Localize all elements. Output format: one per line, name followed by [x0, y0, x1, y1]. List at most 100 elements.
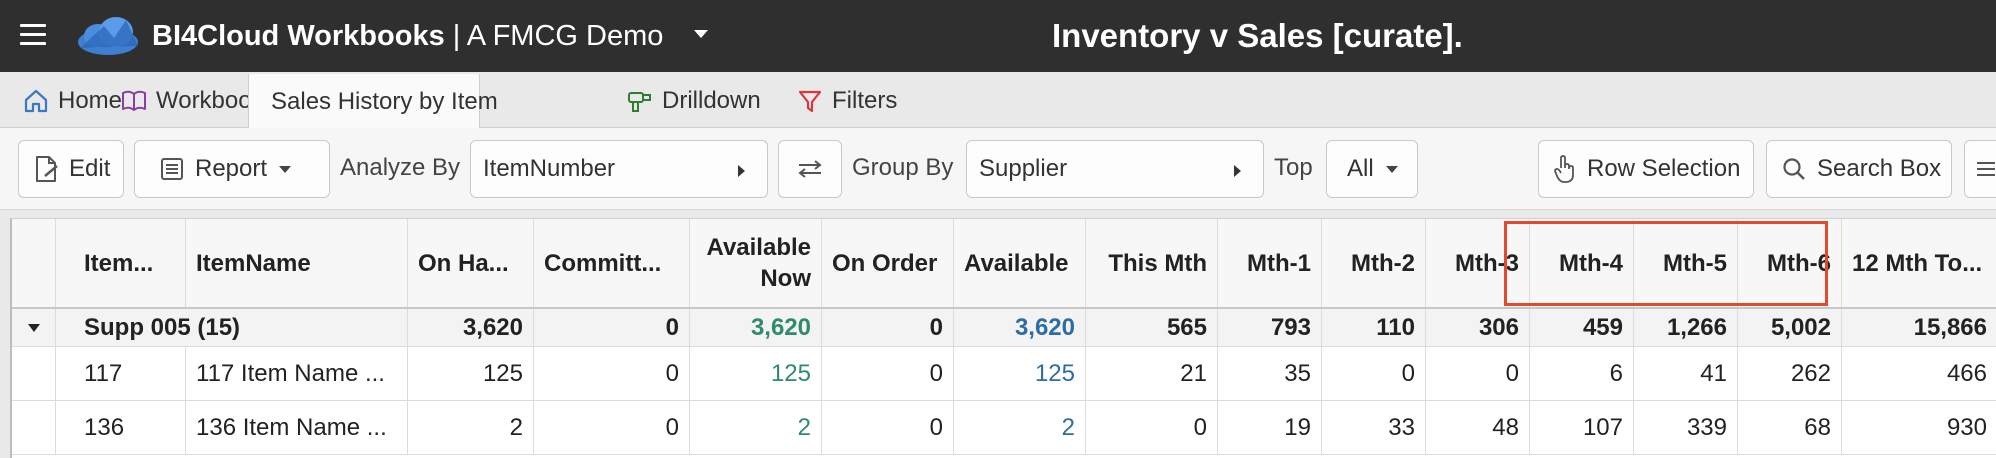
- data-grid: Item... ItemName On Ha... Committ... Ava…: [10, 218, 1996, 458]
- tab-filters[interactable]: Filters: [782, 74, 897, 128]
- header-this-mth[interactable]: This Mth: [1086, 219, 1218, 307]
- tab-drilldown-label: Drilldown: [662, 87, 761, 114]
- header-available[interactable]: Available: [954, 219, 1086, 307]
- brand-workspace: | A FMCG Demo: [452, 20, 664, 52]
- table-row[interactable]: 136 136 Item Name ... 2 0 2 0 2 0 19 33 …: [12, 401, 1996, 455]
- cell-mth-5: 339: [1634, 401, 1738, 454]
- header-mth-2[interactable]: Mth-2: [1322, 219, 1426, 307]
- header-item-number[interactable]: Item...: [56, 219, 186, 307]
- header-mth-4[interactable]: Mth-4: [1530, 219, 1634, 307]
- group-available-now: 3,620: [690, 309, 822, 346]
- tab-drilldown[interactable]: Drilldown: [612, 74, 761, 128]
- tab-filters-label: Filters: [832, 87, 898, 114]
- top-select[interactable]: All: [1326, 140, 1418, 198]
- report-dropdown[interactable]: Report: [134, 140, 330, 198]
- app-header: BI4Cloud Workbooks | A FMCG Demo Invento…: [0, 0, 1996, 72]
- cell-item-number: 136: [56, 401, 186, 454]
- cell-item-name: 117 Item Name ...: [186, 347, 408, 400]
- menu-icon[interactable]: [20, 24, 46, 46]
- header-item-name[interactable]: ItemName: [186, 219, 408, 307]
- group-mth-2: 110: [1322, 309, 1426, 346]
- report-label: Report: [195, 155, 268, 182]
- chevron-right-icon: [1234, 165, 1241, 177]
- header-expander: [12, 219, 56, 307]
- header-mth-1[interactable]: Mth-1: [1218, 219, 1322, 307]
- header-mth-5[interactable]: Mth-5: [1634, 219, 1738, 307]
- swap-button[interactable]: [778, 140, 842, 198]
- cell-available: 2: [954, 401, 1086, 454]
- chevron-right-icon: [738, 165, 745, 177]
- cell-committed: 0: [534, 347, 690, 400]
- tab-workbook[interactable]: Workbook: [106, 74, 264, 128]
- cell-this-mth: 0: [1086, 401, 1218, 454]
- cell-available-now: 125: [690, 347, 822, 400]
- cell-mth-2: 33: [1322, 401, 1426, 454]
- group-by-value: Supplier: [979, 155, 1068, 182]
- row-expander: [12, 401, 56, 454]
- edit-button-label: Edit: [69, 155, 111, 182]
- cell-item-number: 117: [56, 347, 186, 400]
- tab-sales-history-label: Sales History by Item: [271, 87, 498, 115]
- cell-mth-6: 68: [1738, 401, 1842, 454]
- cell-mth-2: 0: [1322, 347, 1426, 400]
- group-label: Supp 005 (15): [56, 309, 408, 346]
- table-row[interactable]: 117 117 Item Name ... 125 0 125 0 125 21…: [12, 347, 1996, 401]
- group-by-select[interactable]: Supplier: [966, 140, 1264, 198]
- pointer-hand-icon: [1554, 155, 1574, 183]
- row-selection-label: Row Selection: [1587, 155, 1741, 182]
- header-on-hand[interactable]: On Ha...: [408, 219, 534, 307]
- group-mth-5: 1,266: [1634, 309, 1738, 346]
- cell-on-order: 0: [822, 401, 954, 454]
- more-menu-button[interactable]: [1964, 140, 1996, 198]
- analyze-by-label: Analyze By: [340, 154, 461, 181]
- group-row[interactable]: Supp 005 (15) 3,620 0 3,620 0 3,620 565 …: [12, 309, 1996, 347]
- cell-mth-1: 35: [1218, 347, 1322, 400]
- workspace-dropdown-icon[interactable]: [694, 30, 708, 38]
- group-mth-6: 5,002: [1738, 309, 1842, 346]
- group-on-order: 0: [822, 309, 954, 346]
- cell-mth-4: 6: [1530, 347, 1634, 400]
- header-on-order[interactable]: On Order: [822, 219, 954, 307]
- cell-item-name: 136 Item Name ...: [186, 401, 408, 454]
- cell-available-now: 2: [690, 401, 822, 454]
- home-icon: [24, 89, 48, 113]
- group-12-mth-total: 15,866: [1842, 309, 1996, 346]
- cloud-logo-icon: [78, 17, 138, 55]
- toolbar: Edit Report Analyze By ItemNumber Group …: [0, 128, 1996, 210]
- report-list-icon: [161, 158, 183, 180]
- cell-mth-4: 107: [1530, 401, 1634, 454]
- analyze-by-select[interactable]: ItemNumber: [470, 140, 768, 198]
- header-available-now[interactable]: Available Now: [690, 219, 822, 307]
- search-box-button[interactable]: Search Box: [1766, 140, 1952, 198]
- tab-bar: Home Workbook Sales History by Item Dril…: [0, 72, 1996, 129]
- top-value: All: [1347, 155, 1374, 182]
- row-selection-button[interactable]: Row Selection: [1538, 140, 1754, 198]
- swap-arrows-icon: [798, 160, 822, 178]
- group-available: 3,620: [954, 309, 1086, 346]
- caret-down-icon: [27, 323, 40, 332]
- collapse-toggle[interactable]: [12, 309, 56, 346]
- group-this-mth: 565: [1086, 309, 1218, 346]
- drill-icon: [628, 92, 651, 112]
- group-mth-4: 459: [1530, 309, 1634, 346]
- edit-document-icon: [36, 156, 58, 182]
- tab-home[interactable]: Home: [8, 74, 122, 128]
- edit-button[interactable]: Edit: [18, 140, 124, 198]
- header-12-mth-total[interactable]: 12 Mth To...: [1842, 219, 1996, 307]
- group-mth-1: 793: [1218, 309, 1322, 346]
- filter-icon: [798, 90, 822, 113]
- grid-header-row: Item... ItemName On Ha... Committ... Ava…: [12, 219, 1996, 309]
- chevron-down-icon: [1385, 165, 1398, 173]
- menu-lines-icon: [1977, 162, 1995, 176]
- header-mth-6[interactable]: Mth-6: [1738, 219, 1842, 307]
- search-icon: [1783, 158, 1805, 180]
- cell-on-hand: 125: [408, 347, 534, 400]
- header-mth-3[interactable]: Mth-3: [1426, 219, 1530, 307]
- cell-mth-1: 19: [1218, 401, 1322, 454]
- book-icon: [122, 90, 146, 111]
- page-title: Inventory v Sales [curate].: [1052, 17, 1463, 54]
- header-committed[interactable]: Committ...: [534, 219, 690, 307]
- brand-name: BI4Cloud Workbooks: [152, 20, 445, 52]
- analyze-by-value: ItemNumber: [483, 155, 616, 182]
- tab-sales-history[interactable]: Sales History by Item: [248, 74, 498, 129]
